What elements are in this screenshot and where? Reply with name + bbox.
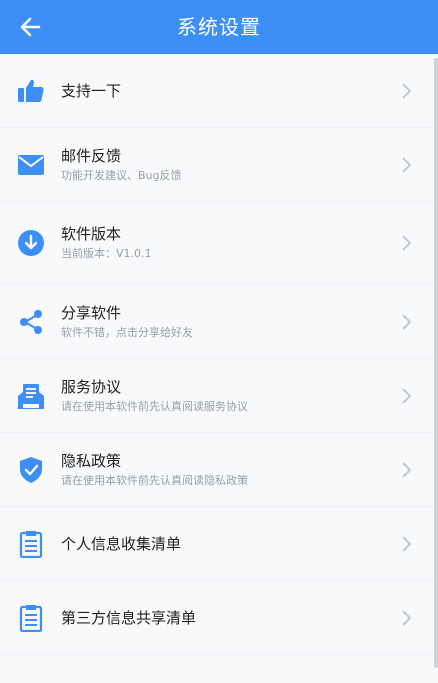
list-item-support[interactable]: 支持一下 [0, 54, 433, 128]
item-subtitle: 功能开发建议、Bug反馈 [61, 168, 182, 182]
item-subtitle: 当前版本：V1.0.1 [61, 247, 152, 260]
chevron-right-icon [402, 535, 412, 552]
mail-icon [16, 150, 46, 180]
item-subtitle: 请在使用本软件前先认真阅读隐私政策 [61, 473, 248, 487]
item-label: 第三方信息共享清单 [61, 608, 197, 627]
item-label: 个人信息收集清单 [61, 534, 182, 553]
list-item-version[interactable]: 软件版本 当前版本：V1.0.1 [0, 202, 433, 285]
page-title: 系统设置 [177, 15, 261, 39]
chevron-right-icon [402, 387, 412, 404]
shield-check-icon [16, 455, 46, 485]
item-label: 服务协议 [61, 377, 122, 396]
list-item-personal-info-list[interactable]: 个人信息收集清单 [0, 507, 433, 581]
clipboard-icon [16, 603, 46, 633]
app-header: 系统设置 [0, 0, 438, 54]
item-subtitle: 软件不错，点击分享给好友 [61, 325, 193, 339]
chevron-right-icon [402, 609, 412, 626]
chevron-right-icon [402, 82, 412, 99]
download-icon [16, 228, 46, 258]
chevron-right-icon [402, 235, 412, 251]
item-label: 分享软件 [61, 303, 122, 322]
scrollbar[interactable] [434, 58, 438, 668]
item-label: 软件版本 [61, 225, 122, 243]
chevron-right-icon [402, 461, 412, 478]
clipboard-icon [16, 529, 46, 559]
list-item-privacy-policy[interactable]: 隐私政策 请在使用本软件前先认真阅读隐私政策 [0, 433, 433, 507]
list-item-share[interactable]: 分享软件 软件不错，点击分享给好友 [0, 285, 433, 359]
list-item-service-agreement[interactable]: 服务协议 请在使用本软件前先认真阅读服务协议 [0, 359, 433, 433]
list-item-third-party-sharing-list[interactable]: 第三方信息共享清单 [0, 581, 433, 655]
item-subtitle: 请在使用本软件前先认真阅读服务协议 [61, 399, 248, 413]
item-label: 隐私政策 [61, 451, 122, 470]
document-icon [16, 381, 46, 411]
list-item-feedback[interactable]: 邮件反馈 功能开发建议、Bug反馈 [0, 128, 433, 202]
item-label: 邮件反馈 [61, 146, 122, 165]
share-icon [16, 307, 46, 337]
item-label: 支持一下 [61, 81, 122, 100]
thumbs-up-icon [16, 76, 46, 106]
settings-list: 支持一下 邮件反馈 功能开发建议、Bug反馈 软件版本 当前版本：V1.0.1 [0, 54, 433, 655]
chevron-right-icon [402, 156, 412, 173]
chevron-right-icon [402, 313, 412, 330]
